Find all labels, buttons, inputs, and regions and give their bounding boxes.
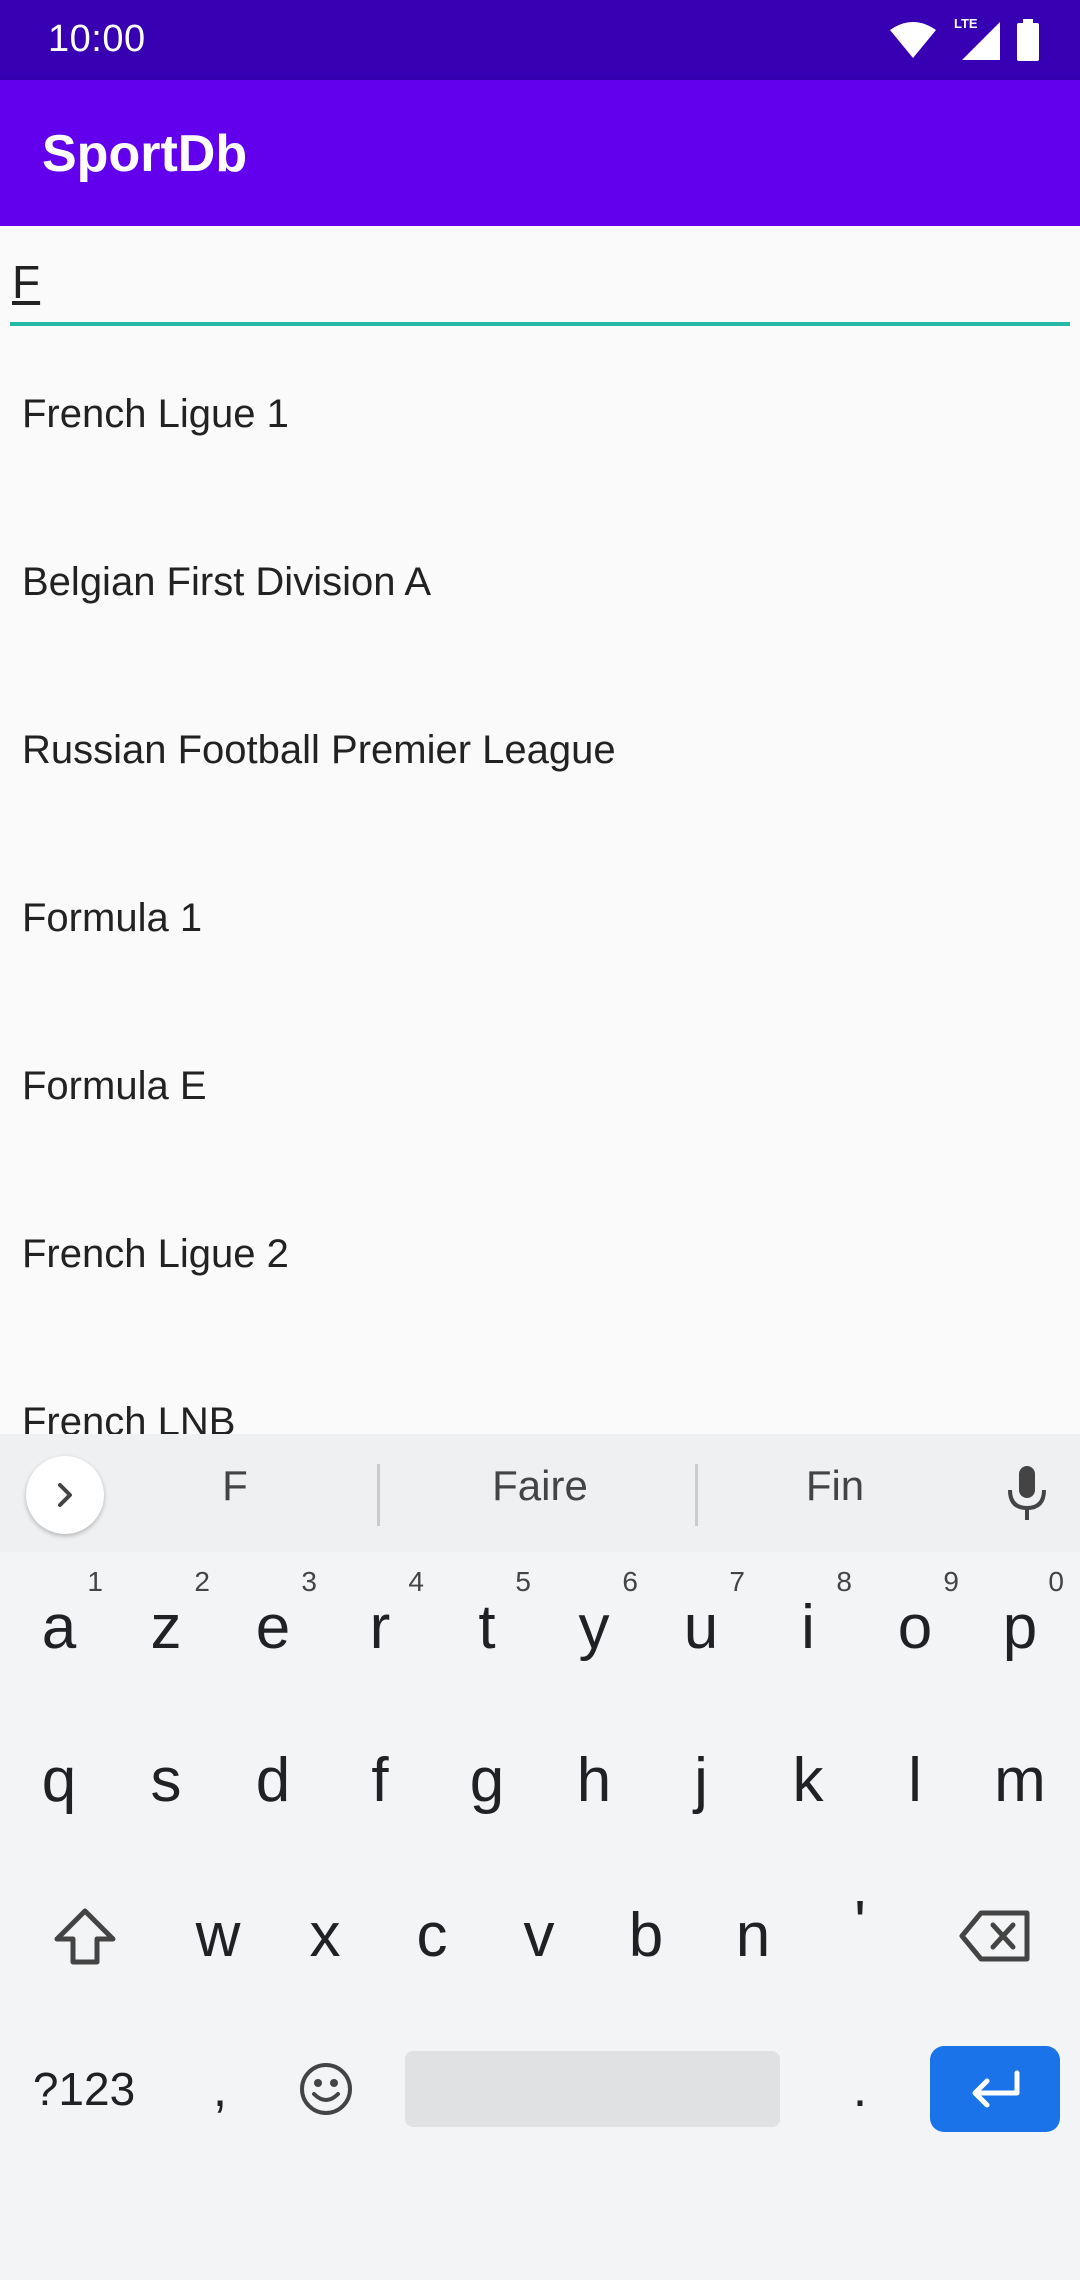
battery-icon bbox=[1017, 19, 1039, 61]
key-p[interactable]: p0 bbox=[968, 1566, 1072, 1688]
key-l[interactable]: l bbox=[863, 1721, 967, 1841]
key-label: i bbox=[801, 1593, 815, 1662]
soft-keyboard: F Faire Fin a1 z2 e3 r4 t5 y6 u7 i8 o9 p… bbox=[0, 1434, 1080, 2280]
key-label: y bbox=[578, 1593, 610, 1662]
key-g[interactable]: g bbox=[435, 1721, 539, 1841]
microphone-icon bbox=[1008, 1466, 1046, 1520]
shift-icon bbox=[54, 1908, 116, 1965]
backspace-key[interactable] bbox=[940, 1876, 1050, 1996]
suggestion-divider bbox=[377, 1464, 380, 1526]
key-x[interactable]: x bbox=[273, 1876, 377, 1996]
key-label: r bbox=[369, 1593, 391, 1662]
search-field-container bbox=[0, 226, 1080, 330]
list-item[interactable]: French Ligue 2 bbox=[0, 1170, 1080, 1338]
key-hint: 3 bbox=[301, 1566, 317, 1597]
key-i[interactable]: i8 bbox=[756, 1566, 860, 1688]
comma-key[interactable]: , bbox=[168, 2031, 272, 2147]
league-list[interactable]: French Ligue 1 Belgian First Division A … bbox=[0, 330, 1080, 1435]
key-hint: 7 bbox=[729, 1566, 745, 1597]
emoji-key[interactable] bbox=[274, 2031, 378, 2147]
key-w[interactable]: w bbox=[166, 1876, 270, 1996]
key-label: t bbox=[478, 1593, 496, 1662]
search-underline bbox=[10, 322, 1070, 326]
key-f[interactable]: f bbox=[328, 1721, 432, 1841]
key-hint: 8 bbox=[836, 1566, 852, 1597]
list-item[interactable]: French Ligue 1 bbox=[0, 330, 1080, 498]
key-n[interactable]: n bbox=[701, 1876, 805, 1996]
voice-input-button[interactable] bbox=[1002, 1464, 1052, 1529]
wifi-icon bbox=[890, 22, 936, 58]
key-j[interactable]: j bbox=[649, 1721, 753, 1841]
key-q[interactable]: q bbox=[7, 1721, 111, 1841]
app-bar: SportDb bbox=[0, 80, 1080, 226]
backspace-icon bbox=[959, 1910, 1030, 1962]
list-item[interactable]: Formula E bbox=[0, 1002, 1080, 1170]
key-t[interactable]: t5 bbox=[435, 1566, 539, 1688]
key-a[interactable]: a1 bbox=[7, 1566, 111, 1688]
enter-arrow-icon bbox=[972, 2070, 1020, 2108]
key-label: p bbox=[1002, 1593, 1038, 1662]
key-z[interactable]: z2 bbox=[114, 1566, 218, 1688]
key-label: u bbox=[683, 1593, 719, 1662]
key-s[interactable]: s bbox=[114, 1721, 218, 1841]
list-item[interactable]: French LNB bbox=[0, 1338, 1080, 1435]
key-hint: 0 bbox=[1048, 1566, 1064, 1597]
key-y[interactable]: y6 bbox=[542, 1566, 646, 1688]
key-d[interactable]: d bbox=[221, 1721, 325, 1841]
key-hint: 6 bbox=[622, 1566, 638, 1597]
period-key[interactable]: . bbox=[808, 2031, 912, 2147]
key-o[interactable]: o9 bbox=[863, 1566, 967, 1688]
key-e[interactable]: e3 bbox=[221, 1566, 325, 1688]
key-c[interactable]: c bbox=[380, 1876, 484, 1996]
emoji-icon bbox=[300, 2063, 352, 2115]
list-item[interactable]: Belgian First Division A bbox=[0, 498, 1080, 666]
expand-toolbar-button[interactable] bbox=[26, 1456, 104, 1534]
key-b[interactable]: b bbox=[594, 1876, 698, 1996]
status-icons: LTE bbox=[888, 16, 1040, 62]
key-apostrophe[interactable]: ' bbox=[808, 1864, 912, 1984]
key-label: z bbox=[150, 1593, 182, 1662]
key-v[interactable]: v bbox=[487, 1876, 591, 1996]
key-hint: 2 bbox=[194, 1566, 210, 1597]
key-k[interactable]: k bbox=[756, 1721, 860, 1841]
key-hint: 4 bbox=[408, 1566, 424, 1597]
cell-signal-icon: LTE bbox=[952, 16, 1002, 62]
key-label: o bbox=[897, 1593, 933, 1662]
key-hint: 1 bbox=[87, 1566, 103, 1597]
shift-key[interactable] bbox=[30, 1876, 140, 1996]
key-hint: 5 bbox=[515, 1566, 531, 1597]
symbols-key[interactable]: ?123 bbox=[14, 2031, 154, 2147]
suggestion-1[interactable]: F bbox=[190, 1462, 280, 1510]
status-time: 10:00 bbox=[48, 18, 146, 60]
list-item[interactable]: Formula 1 bbox=[0, 834, 1080, 1002]
suggestion-bar: F Faire Fin bbox=[0, 1434, 1080, 1552]
key-m[interactable]: m bbox=[968, 1721, 1072, 1841]
suggestion-3[interactable]: Fin bbox=[740, 1462, 930, 1510]
key-h[interactable]: h bbox=[542, 1721, 646, 1841]
suggestion-divider bbox=[695, 1464, 698, 1526]
key-hint: 9 bbox=[943, 1566, 959, 1597]
key-label: e bbox=[255, 1593, 291, 1662]
search-input[interactable] bbox=[10, 250, 1072, 314]
key-u[interactable]: u7 bbox=[649, 1566, 753, 1688]
key-r[interactable]: r4 bbox=[328, 1566, 432, 1688]
enter-key[interactable] bbox=[930, 2046, 1060, 2132]
status-bar: 10:00 LTE bbox=[0, 0, 1080, 80]
app-title: SportDb bbox=[42, 125, 248, 183]
list-item[interactable]: Russian Football Premier League bbox=[0, 666, 1080, 834]
suggestion-2[interactable]: Faire bbox=[420, 1462, 660, 1510]
space-key[interactable] bbox=[405, 2051, 780, 2127]
chevron-right-icon bbox=[58, 1483, 72, 1507]
key-label: a bbox=[41, 1593, 77, 1662]
